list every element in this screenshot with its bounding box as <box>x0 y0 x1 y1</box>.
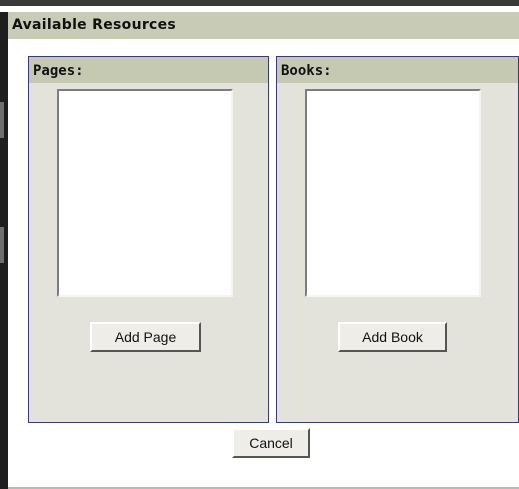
pages-panel: Pages: Add Page <box>28 56 269 423</box>
background-frame-edge <box>0 12 8 489</box>
add-book-button[interactable]: Add Book <box>338 322 447 352</box>
books-listbox[interactable] <box>305 89 481 297</box>
dialog-title: Available Resources <box>8 12 519 39</box>
add-page-button[interactable]: Add Page <box>90 322 201 352</box>
pages-panel-header: Pages: <box>29 57 268 83</box>
background-divider <box>0 0 519 6</box>
books-panel-header: Books: <box>277 57 518 83</box>
frame-notch <box>0 102 4 138</box>
books-panel: Books: Add Book <box>276 56 519 423</box>
available-resources-dialog: Available Resources Pages: Add Page Book… <box>8 12 519 489</box>
frame-notch <box>0 227 4 263</box>
pages-listbox[interactable] <box>57 89 233 297</box>
cancel-button[interactable]: Cancel <box>232 428 310 458</box>
